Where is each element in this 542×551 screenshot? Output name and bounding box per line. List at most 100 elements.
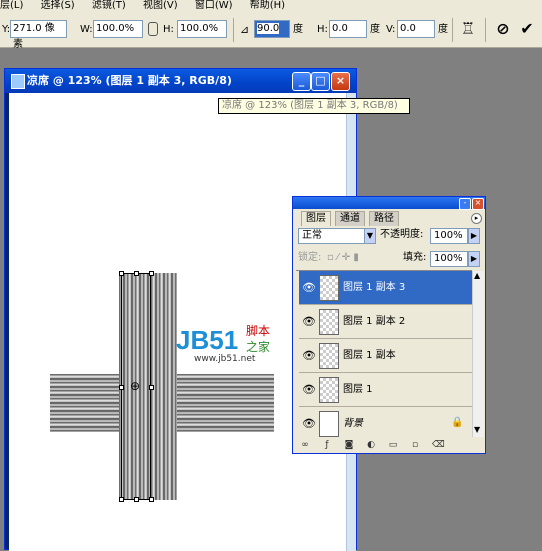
hskew-label: H: xyxy=(317,24,328,35)
transform-handle[interactable] xyxy=(134,497,139,502)
chevron-down-icon[interactable]: ▼ xyxy=(364,228,376,244)
adjustment-icon[interactable]: ◐ xyxy=(366,440,376,450)
document-icon xyxy=(11,74,25,89)
rotate-unit: 度 xyxy=(293,24,303,35)
h-label: H: xyxy=(163,24,174,35)
width-input[interactable]: 100.0% xyxy=(93,20,143,38)
opacity-label: 不透明度: xyxy=(380,229,424,240)
panel-titlebar[interactable]: - × xyxy=(293,197,485,210)
document-title: 凉席 @ 123% (图层 1 副本 3, RGB/8) xyxy=(27,74,232,87)
title-tooltip: 凉席 @ 123% (图层 1 副本 3, RGB/8) xyxy=(218,98,410,114)
w-label: W: xyxy=(80,24,93,35)
vskew-input[interactable]: 0.0 xyxy=(397,20,435,38)
eye-icon[interactable]: 👁 xyxy=(301,348,317,364)
transform-handle[interactable] xyxy=(149,385,154,390)
eye-icon[interactable]: 👁 xyxy=(301,416,317,432)
panel-close-button[interactable]: × xyxy=(472,198,484,210)
layer-thumbnail xyxy=(319,377,339,403)
trash-icon[interactable]: ⌫ xyxy=(432,440,445,450)
layer-thumbnail xyxy=(319,343,339,369)
crosshair-icon: ⊕ xyxy=(130,379,141,393)
chevron-right-icon[interactable]: ▶ xyxy=(468,251,480,267)
panel-minimize-button[interactable]: - xyxy=(459,198,471,210)
layer-thumbnail xyxy=(319,309,339,335)
layer-thumbnail xyxy=(319,275,339,301)
transform-handle[interactable] xyxy=(119,271,124,276)
minimize-button[interactable]: _ xyxy=(292,72,311,91)
rotate-icon: ⊿ xyxy=(240,23,250,36)
menu-item-help[interactable]: 帮助(H) xyxy=(250,0,285,11)
height-input[interactable]: 100.0% xyxy=(177,20,227,38)
options-bar: Y: 271.0 像素 W: 100.0% H: 100.0% ⊿ 90.0 度… xyxy=(0,12,542,50)
separator xyxy=(485,18,486,42)
transform-handle[interactable] xyxy=(149,497,154,502)
layer-name: 图层 1 副本 3 xyxy=(343,282,406,293)
cancel-icon[interactable]: ⊘ xyxy=(494,20,512,38)
maximize-button[interactable]: □ xyxy=(311,72,330,91)
transform-handle[interactable] xyxy=(119,497,124,502)
mask-icon[interactable]: ◙ xyxy=(344,440,354,450)
rotate-value: 90.0 xyxy=(257,23,280,34)
lock-icons[interactable]: ▫ ⁄ ✛ ▮ xyxy=(327,251,359,265)
hskew-unit: 度 xyxy=(370,24,380,35)
layers-panel: - × 图层 通道 路径 ▸ 正常 ▼ 不透明度: 100% ▶ 锁定: ▫ ⁄… xyxy=(292,196,486,454)
warp-icon[interactable]: ♖ xyxy=(458,19,478,39)
vskew-label: V: xyxy=(386,24,396,35)
menu-item-view[interactable]: 视图(V) xyxy=(143,0,178,11)
menu-item-select[interactable]: 选择(S) xyxy=(41,0,75,11)
watermark-cn1: 脚本 xyxy=(246,324,271,338)
link-icon[interactable] xyxy=(148,22,158,36)
lock-label: 锁定: xyxy=(298,252,322,263)
vskew-unit: 度 xyxy=(438,24,448,35)
close-button[interactable]: × xyxy=(331,72,350,91)
lock-icon: 🔒 xyxy=(451,417,464,428)
hskew-input[interactable]: 0.0 xyxy=(329,20,367,38)
menu-item-filter[interactable]: 滤镜(T) xyxy=(92,0,126,11)
link-layers-icon[interactable]: ∞ xyxy=(300,440,310,450)
eye-icon[interactable]: 👁 xyxy=(301,382,317,398)
separator xyxy=(233,18,234,42)
menu-item-layer[interactable]: 层(L) xyxy=(0,0,23,11)
menu-item-window[interactable]: 窗口(W) xyxy=(195,0,233,11)
folder-icon[interactable]: ▭ xyxy=(388,440,398,450)
check-icon[interactable]: ✔ xyxy=(518,20,536,38)
layer-name: 图层 1 副本 2 xyxy=(343,316,406,327)
blend-mode-select[interactable]: 正常 xyxy=(298,228,370,244)
panel-footer: ∞ ƒ ◙ ◐ ▭ ▫ ⌫ xyxy=(296,439,482,453)
watermark: JB51 脚本 之家 www.jb51.net xyxy=(176,324,286,364)
transform-handle[interactable] xyxy=(119,385,124,390)
tab-channels[interactable]: 通道 xyxy=(335,211,365,226)
layer-row[interactable]: 👁 图层 1 副本 3 xyxy=(299,271,478,305)
layer-style-icon[interactable]: ƒ xyxy=(322,440,332,450)
eye-icon[interactable]: 👁 xyxy=(301,314,317,330)
document-titlebar[interactable]: 凉席 @ 123% (图层 1 副本 3, RGB/8) _ □ × xyxy=(5,69,356,93)
layer-row[interactable]: 👁 背景 🔒 xyxy=(299,407,478,441)
layers-list: 👁 图层 1 副本 3 👁 图层 1 副本 2 👁 图层 1 副本 👁 图层 1… xyxy=(296,270,478,438)
layer-row[interactable]: 👁 图层 1 副本 xyxy=(299,339,478,373)
scroll-down-icon[interactable]: ▼ xyxy=(474,425,480,434)
watermark-logo: JB51 xyxy=(176,325,239,355)
y-input[interactable]: 271.0 像素 xyxy=(10,20,67,50)
opacity-input[interactable]: 100% xyxy=(430,228,468,244)
new-layer-icon[interactable]: ▫ xyxy=(410,440,420,450)
separator xyxy=(452,18,453,42)
rotate-input[interactable]: 90.0 xyxy=(254,20,290,38)
layer-name: 图层 1 xyxy=(343,384,373,395)
layer-row[interactable]: 👁 图层 1 xyxy=(299,373,478,407)
layer-name: 图层 1 副本 xyxy=(343,350,396,361)
transform-handle[interactable] xyxy=(134,271,139,276)
transform-handle[interactable] xyxy=(149,271,154,276)
layer-thumbnail xyxy=(319,411,339,437)
chevron-right-icon[interactable]: ▶ xyxy=(468,228,480,244)
tab-layers[interactable]: 图层 xyxy=(301,211,331,226)
tab-paths[interactable]: 路径 xyxy=(369,211,399,226)
eye-icon[interactable]: 👁 xyxy=(301,280,317,296)
layers-scrollbar[interactable]: ▲ ▼ xyxy=(472,271,484,437)
layer-name: 背景 xyxy=(343,418,363,429)
panel-menu-icon[interactable]: ▸ xyxy=(471,213,482,224)
layer-row[interactable]: 👁 图层 1 副本 2 xyxy=(299,305,478,339)
scroll-up-icon[interactable]: ▲ xyxy=(474,271,480,280)
fill-input[interactable]: 100% xyxy=(430,251,468,267)
fill-label: 填充: xyxy=(403,252,427,263)
y-label: Y: xyxy=(2,24,11,35)
